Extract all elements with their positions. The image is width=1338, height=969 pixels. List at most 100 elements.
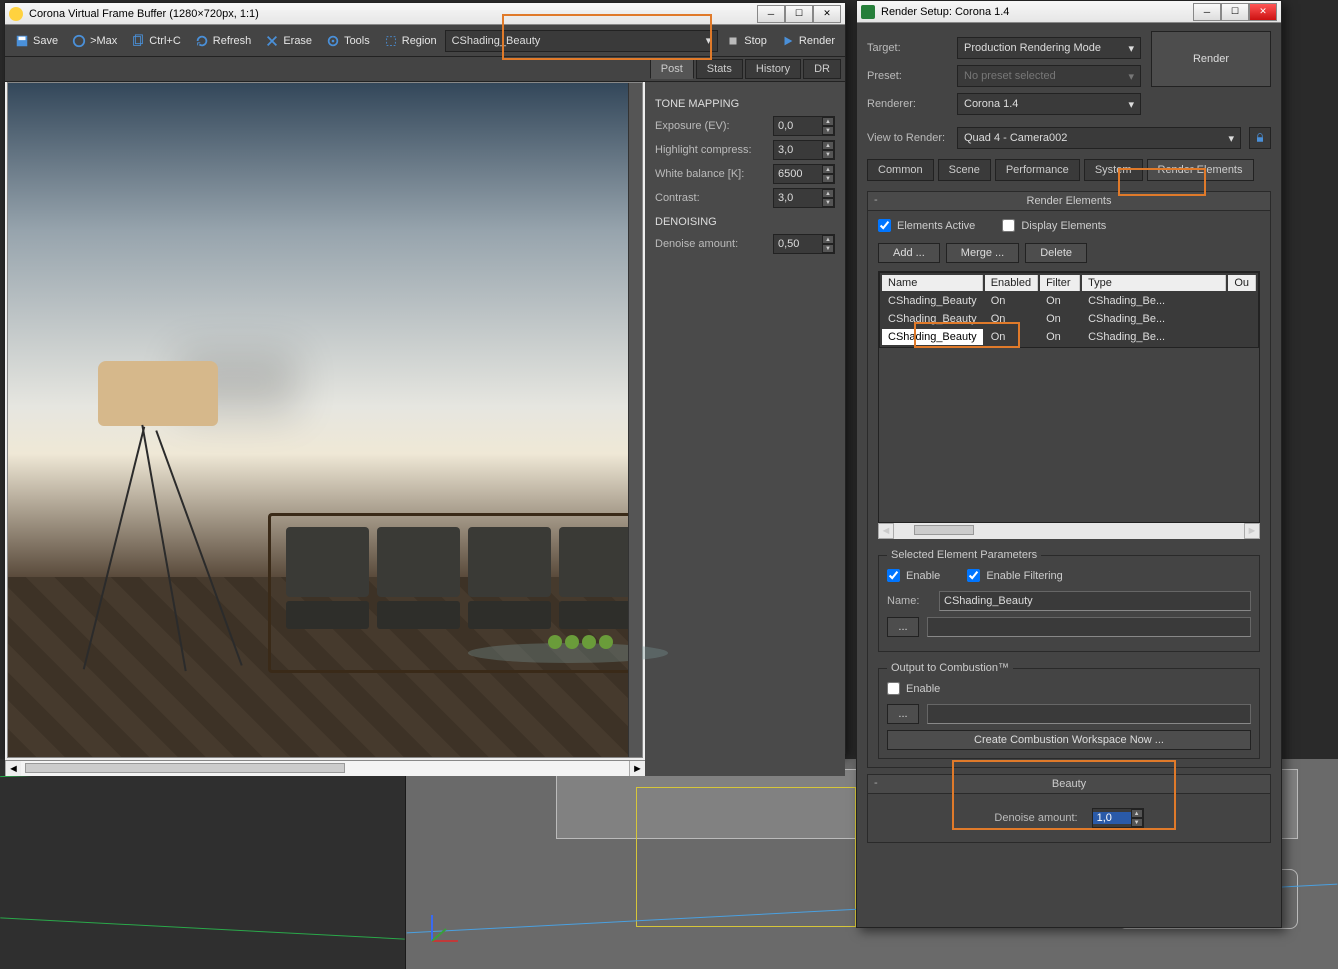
tab-dr[interactable]: DR [803, 59, 841, 79]
tab-render-elements[interactable]: Render Elements [1147, 159, 1254, 181]
collapse-icon[interactable]: - [874, 194, 878, 206]
path-input[interactable] [927, 617, 1251, 637]
vfb-titlebar[interactable]: Corona Virtual Frame Buffer (1280×720px,… [5, 3, 845, 25]
preset-select[interactable]: No preset selected▾ [957, 65, 1141, 87]
smiley-icon [9, 7, 23, 21]
tab-common[interactable]: Common [867, 159, 934, 181]
contrast-label: Contrast: [655, 192, 773, 204]
tomax-button[interactable]: >Max [66, 30, 123, 52]
close-button[interactable]: ✕ [813, 5, 841, 23]
minimize-button[interactable]: ─ [757, 5, 785, 23]
render-big-button[interactable]: Render [1151, 31, 1271, 87]
enable-filtering-checkbox[interactable]: Enable Filtering [967, 569, 1062, 582]
render-setup-window: Render Setup: Corona 1.4 ─ ☐ ✕ Target: P… [856, 0, 1282, 928]
rs-title: Render Setup: Corona 1.4 [881, 6, 1193, 18]
table-row-editing[interactable]: CShading_BeautyOnOnCShading_Be... [882, 329, 1256, 345]
max-icon [861, 5, 875, 19]
region-button[interactable]: Region [378, 30, 443, 52]
vfb-side-panel: TONE MAPPING Exposure (EV): ▲▼ Highlight… [645, 82, 845, 776]
close-button[interactable]: ✕ [1249, 3, 1277, 21]
view-select[interactable]: Quad 4 - Camera002▾ [957, 127, 1241, 149]
delete-button[interactable]: Delete [1025, 243, 1087, 263]
wb-label: White balance [K]: [655, 168, 773, 180]
horizontal-scrollbar[interactable]: ◄ ► [5, 760, 645, 776]
target-select[interactable]: Production Rendering Mode▾ [957, 37, 1141, 59]
maximize-button[interactable]: ☐ [785, 5, 813, 23]
combustion-enable-checkbox[interactable]: Enable [887, 682, 940, 695]
render-elements-group: -Render Elements Elements Active Display… [867, 191, 1271, 768]
beauty-group: -Beauty Denoise amount: ▲▼ [867, 774, 1271, 843]
tab-scene[interactable]: Scene [938, 159, 991, 181]
tools-button[interactable]: Tools [320, 30, 376, 52]
denoise-spinner[interactable]: ▲▼ [773, 234, 835, 254]
tab-system[interactable]: System [1084, 159, 1143, 181]
beauty-denoise-spinner[interactable]: ▲▼ [1092, 808, 1144, 828]
render-viewport[interactable] [7, 82, 643, 758]
scroll-right-icon[interactable]: ► [629, 761, 645, 776]
save-button[interactable]: Save [9, 30, 64, 52]
exposure-label: Exposure (EV): [655, 120, 773, 132]
name-field-label: Name: [887, 595, 931, 607]
stop-button[interactable]: Stop [720, 30, 773, 52]
minimize-button[interactable]: ─ [1193, 3, 1221, 21]
table-row[interactable]: CShading_BeautyOnOnCShading_Be... [882, 311, 1256, 327]
merge-button[interactable]: Merge ... [946, 243, 1019, 263]
highlight-label: Highlight compress: [655, 144, 773, 156]
rs-titlebar[interactable]: Render Setup: Corona 1.4 ─ ☐ ✕ [857, 1, 1281, 23]
vertical-scrollbar[interactable] [628, 83, 642, 757]
tab-stats[interactable]: Stats [696, 59, 743, 79]
vfb-window: Corona Virtual Frame Buffer (1280×720px,… [4, 2, 846, 754]
render-pass-value: CShading_Beauty [452, 35, 541, 47]
beauty-denoise-label: Denoise amount: [994, 812, 1077, 824]
tab-post[interactable]: Post [650, 59, 694, 79]
combustion-browse-button[interactable]: ... [887, 704, 919, 724]
denoise-label: Denoise amount: [655, 238, 773, 250]
spin-up-icon[interactable]: ▲ [822, 117, 834, 126]
create-combustion-button[interactable]: Create Combustion Workspace Now ... [887, 730, 1251, 750]
combustion-legend: Output to Combustion™ [887, 662, 1013, 674]
collapse-icon[interactable]: - [874, 777, 878, 789]
sel-params-legend: Selected Element Parameters [887, 549, 1041, 561]
vfb-title: Corona Virtual Frame Buffer (1280×720px,… [29, 8, 757, 20]
name-input[interactable] [939, 591, 1251, 611]
maximize-button[interactable]: ☐ [1221, 3, 1249, 21]
rs-tabs: Common Scene Performance System Render E… [867, 159, 1271, 181]
table-row[interactable]: CShading_BeautyOnOnCShading_Be... [882, 293, 1256, 309]
denoising-header: DENOISING [655, 216, 835, 228]
tone-mapping-header: TONE MAPPING [655, 98, 835, 110]
erase-button[interactable]: Erase [259, 30, 318, 52]
contrast-spinner[interactable]: ▲▼ [773, 188, 835, 208]
col-filter[interactable]: Filter [1040, 275, 1080, 291]
add-button[interactable]: Add ... [878, 243, 940, 263]
col-out[interactable]: Ou [1228, 275, 1256, 291]
render-elements-list[interactable]: Name Enabled Filter Type Ou CShading_Bea… [878, 271, 1260, 523]
wb-spinner[interactable]: ▲▼ [773, 164, 835, 184]
timeline-left [0, 759, 406, 969]
view-label: View to Render: [867, 132, 949, 144]
render-pass-dropdown[interactable]: CShading_Beauty ▾ [445, 30, 719, 52]
tab-history[interactable]: History [745, 59, 801, 79]
enable-checkbox[interactable]: Enable [887, 569, 940, 582]
exposure-spinner[interactable]: ▲▼ [773, 116, 835, 136]
col-name[interactable]: Name [882, 275, 983, 291]
highlight-spinner[interactable]: ▲▼ [773, 140, 835, 160]
combustion-path-input[interactable] [927, 704, 1251, 724]
col-type[interactable]: Type [1082, 275, 1226, 291]
elements-active-checkbox[interactable]: Elements Active [878, 219, 975, 232]
tab-performance[interactable]: Performance [995, 159, 1080, 181]
renderer-select[interactable]: Corona 1.4▾ [957, 93, 1141, 115]
target-label: Target: [867, 42, 949, 54]
list-horizontal-scrollbar[interactable]: ◄► [878, 523, 1260, 539]
refresh-button[interactable]: Refresh [189, 30, 258, 52]
display-elements-checkbox[interactable]: Display Elements [1002, 219, 1106, 232]
spin-down-icon[interactable]: ▼ [822, 126, 834, 135]
vfb-toolbar: Save >Max Ctrl+C Refresh Erase Tools Reg… [5, 25, 845, 57]
col-enabled[interactable]: Enabled [985, 275, 1038, 291]
preset-label: Preset: [867, 70, 949, 82]
renderer-label: Renderer: [867, 98, 949, 110]
render-button[interactable]: Render [775, 30, 841, 52]
lock-icon[interactable] [1249, 127, 1271, 149]
copy-button[interactable]: Ctrl+C [125, 30, 186, 52]
scroll-left-icon[interactable]: ◄ [5, 761, 21, 776]
browse-button[interactable]: ... [887, 617, 919, 637]
